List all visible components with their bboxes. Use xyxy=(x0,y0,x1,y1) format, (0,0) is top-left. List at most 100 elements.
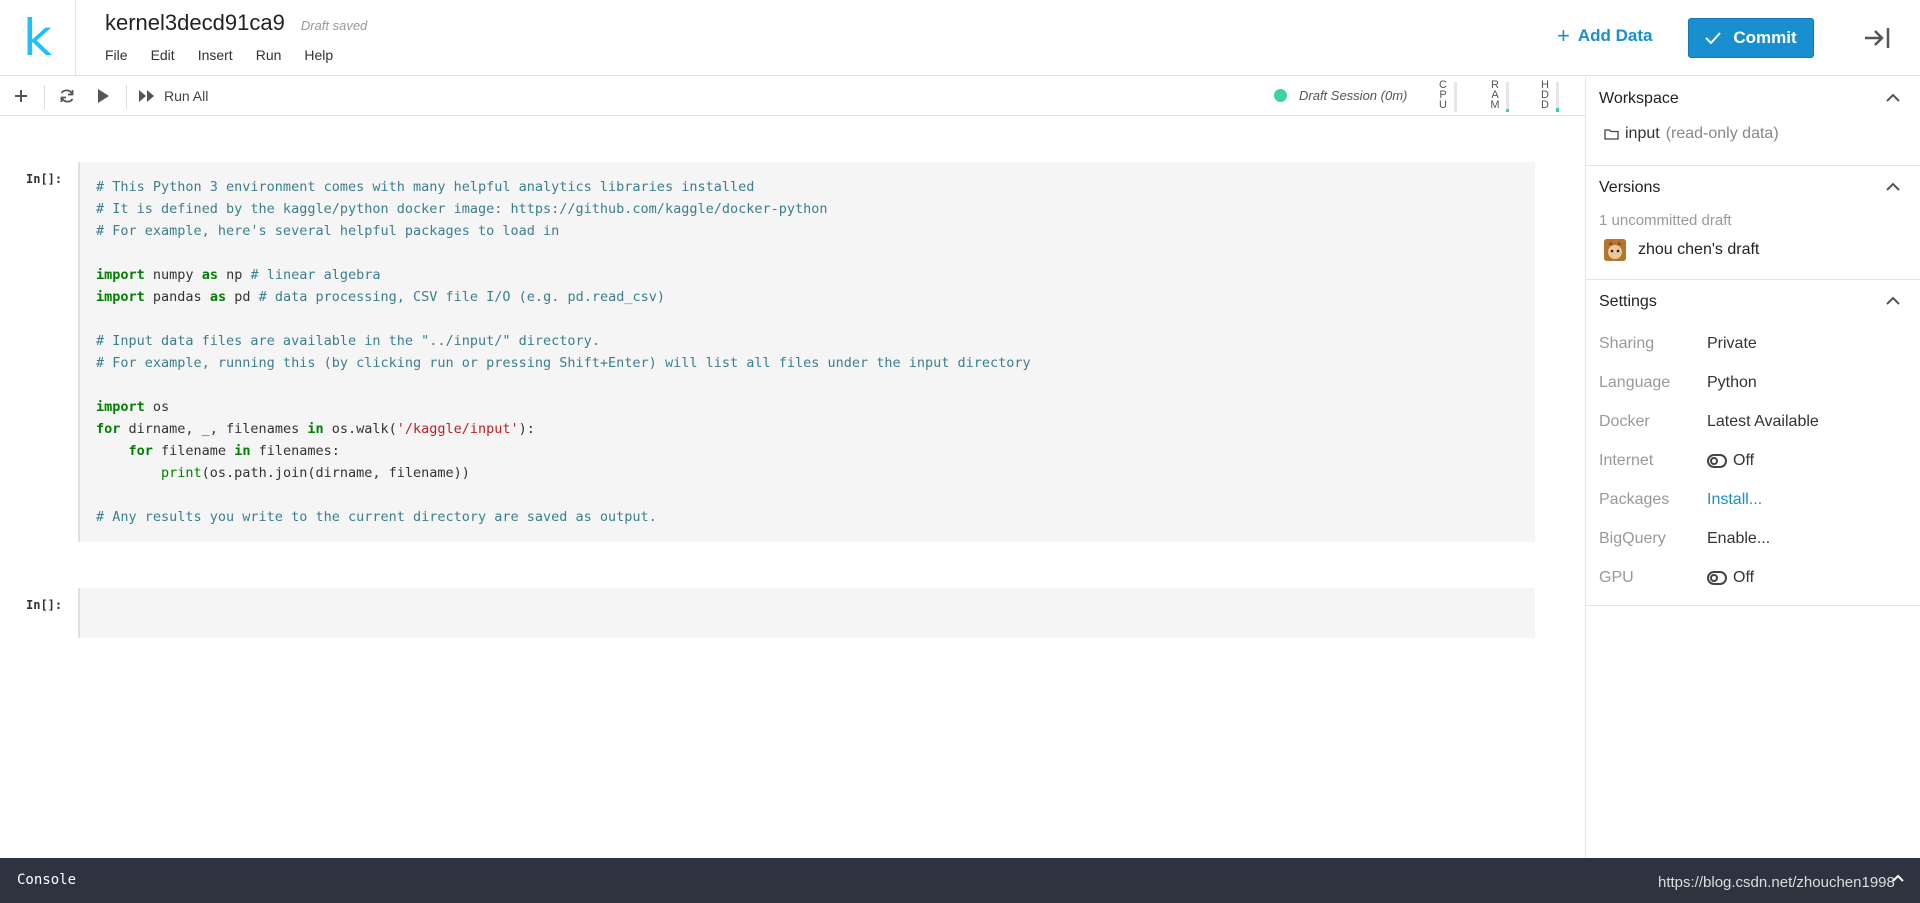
run-cell-button[interactable] xyxy=(90,83,116,109)
code-token: # This Python 3 environment comes with m… xyxy=(96,179,755,195)
code-line: import numpy as np # linear algebra xyxy=(96,264,1535,286)
code-line: for filename in filenames: xyxy=(96,440,1535,462)
code-line: import os xyxy=(96,396,1535,418)
menu-run[interactable]: Run xyxy=(256,47,282,63)
settings-header[interactable]: Settings xyxy=(1586,280,1920,324)
code-token: # For example, here's several helpful pa… xyxy=(96,223,560,239)
internet-toggle[interactable]: Off xyxy=(1707,452,1754,470)
settings-title: Settings xyxy=(1599,293,1657,310)
console-label: Console xyxy=(17,872,77,888)
code-token: filenames: xyxy=(250,443,340,459)
chevron-up-icon xyxy=(1886,182,1900,191)
plus-icon: + xyxy=(1557,23,1570,48)
setting-label: Docker xyxy=(1599,412,1650,430)
code-token: (os.path.join(dirname, filename)) xyxy=(201,465,470,481)
menu-edit[interactable]: Edit xyxy=(151,47,175,63)
code-editor[interactable]: # This Python 3 environment comes with m… xyxy=(78,162,1535,542)
ram-meter-fill xyxy=(1506,109,1509,112)
setting-label: BigQuery xyxy=(1599,529,1666,547)
workspace-input-folder[interactable]: input (read-only data) xyxy=(1586,121,1920,165)
code-line: # This Python 3 environment comes with m… xyxy=(96,176,1535,198)
header: k kernel3decd91ca9 Draft saved File Edit… xyxy=(0,0,1920,76)
cpu-meter-label: CPU xyxy=(1439,79,1447,111)
cpu-meter-bar xyxy=(1454,82,1457,112)
session-text: Draft Session (0m) xyxy=(1299,88,1408,103)
code-line: # For example, here's several helpful pa… xyxy=(96,220,1535,242)
code-token: in xyxy=(234,443,251,459)
cell-prompt: In[]: xyxy=(26,598,63,612)
code-token: for xyxy=(128,443,153,459)
code-editor-empty[interactable] xyxy=(78,588,1535,638)
code-token: pandas xyxy=(144,289,210,305)
cell-prompt: In[]: xyxy=(26,172,63,186)
menu-help[interactable]: Help xyxy=(304,47,333,63)
kaggle-logo[interactable]: k xyxy=(0,0,76,76)
versions-header[interactable]: Versions xyxy=(1586,166,1920,210)
ram-meter-label: RAM xyxy=(1490,79,1500,111)
avatar xyxy=(1604,239,1626,261)
check-icon xyxy=(1705,32,1722,44)
settings-section: Settings Sharing Private Language Python… xyxy=(1586,280,1920,606)
menu-insert[interactable]: Insert xyxy=(198,47,233,63)
chevron-up-icon xyxy=(1886,296,1900,305)
versions-section: Versions 1 uncommitted draft zhou chen's… xyxy=(1586,166,1920,280)
sharing-value[interactable]: Private xyxy=(1707,335,1757,353)
setting-gpu: GPU Off xyxy=(1586,558,1920,597)
folder-name: input xyxy=(1625,125,1660,142)
code-token: import xyxy=(96,289,145,305)
workspace-header[interactable]: Workspace xyxy=(1586,77,1920,121)
code-token: as xyxy=(209,289,227,305)
toolbar-divider xyxy=(126,85,127,109)
play-icon xyxy=(98,89,109,103)
collapse-sidebar-button[interactable] xyxy=(1862,24,1892,52)
code-token: import xyxy=(96,399,145,415)
gpu-toggle[interactable]: Off xyxy=(1707,569,1754,587)
restart-button[interactable] xyxy=(54,83,80,109)
add-data-label: Add Data xyxy=(1577,26,1653,45)
chevron-up-icon[interactable] xyxy=(1892,874,1904,882)
bigquery-enable-link[interactable]: Enable... xyxy=(1707,530,1770,548)
versions-subtitle: 1 uncommitted draft xyxy=(1599,212,1732,229)
code-token: os.walk( xyxy=(323,421,397,437)
setting-language: Language Python xyxy=(1586,363,1920,402)
code-token: filename xyxy=(152,443,235,459)
notebook-area: In[]: # This Python 3 environment comes … xyxy=(0,116,1585,858)
code-line: # Any results you write to the current d… xyxy=(96,506,1535,528)
code-token: # For example, running this (by clicking… xyxy=(96,355,1031,371)
folder-icon xyxy=(1604,129,1619,140)
code-token: numpy xyxy=(144,267,202,283)
draft-version-item[interactable]: zhou chen's draft xyxy=(1586,229,1920,279)
kernel-title[interactable]: kernel3decd91ca9 xyxy=(105,10,285,36)
code-token: as xyxy=(201,267,218,283)
code-token: # Any results you write to the current d… xyxy=(96,509,657,525)
console-bar[interactable]: Console https://blog.csdn.net/zhouchen19… xyxy=(0,858,1920,903)
gpu-value: Off xyxy=(1733,568,1755,586)
setting-label: Sharing xyxy=(1599,334,1655,352)
setting-label: GPU xyxy=(1599,568,1634,586)
run-all-button[interactable]: Run All xyxy=(138,83,208,109)
code-token: np xyxy=(217,267,251,283)
language-value[interactable]: Python xyxy=(1707,374,1757,392)
menu-file[interactable]: File xyxy=(105,47,128,63)
code-token: dirname, _, filenames xyxy=(120,421,308,437)
setting-label: Internet xyxy=(1599,451,1654,469)
commit-button[interactable]: Commit xyxy=(1688,18,1814,58)
add-data-button[interactable]: + Add Data xyxy=(1557,25,1652,47)
menu-bar: File Edit Insert Run Help xyxy=(105,47,356,63)
setting-packages: Packages Install... xyxy=(1586,480,1920,519)
versions-title: Versions xyxy=(1599,179,1661,196)
code-token: # It is defined by the kaggle/python doc… xyxy=(96,201,828,217)
docker-value[interactable]: Latest Available xyxy=(1707,413,1819,431)
code-token: '/kaggle/input' xyxy=(396,421,519,437)
internet-value: Off xyxy=(1733,451,1755,469)
title-row: kernel3decd91ca9 Draft saved xyxy=(105,10,367,36)
packages-install-link[interactable]: Install... xyxy=(1707,491,1762,509)
code-line: import pandas as pd # data processing, C… xyxy=(96,286,1535,308)
add-cell-button[interactable] xyxy=(8,83,34,109)
session-status[interactable]: Draft Session (0m) xyxy=(1274,88,1407,103)
